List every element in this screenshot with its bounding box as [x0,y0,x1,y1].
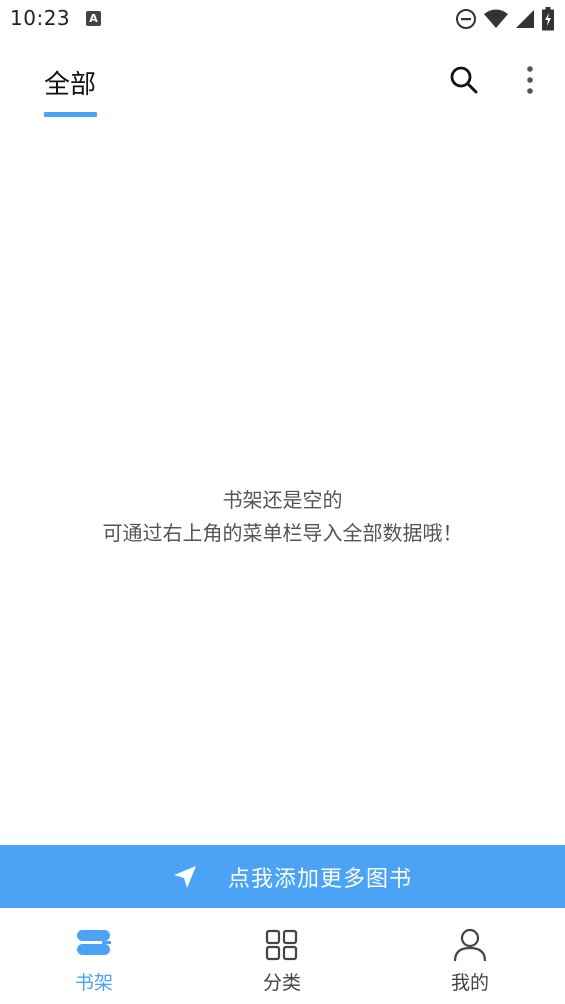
person-icon [453,928,487,962]
more-vert-icon [527,66,533,94]
nav-label-bookshelf: 书架 [74,972,113,994]
notification-a-icon: A [86,11,101,26]
wifi-icon [484,9,508,28]
more-options-button[interactable] [516,62,544,98]
empty-state-message: 书架还是空的 可通过右上角的菜单栏导入全部数据哦！ [0,484,565,550]
navigation-arrow-icon [174,866,196,888]
nav-item-bookshelf[interactable]: 书架 [0,908,188,1004]
nav-item-mine[interactable]: 我的 [376,908,564,1004]
tab-indicator [44,112,97,117]
search-icon [450,66,478,94]
bottom-nav: 书架 分类 我的 [0,908,565,1004]
nav-label-mine: 我的 [450,972,489,994]
grid-icon [265,929,298,961]
status-icons [455,7,555,31]
app-bar: 全部 [0,38,565,124]
nav-item-category[interactable]: 分类 [188,908,376,1004]
add-books-button[interactable]: 点我添加更多图书 [0,845,565,908]
search-button[interactable] [446,62,482,98]
battery-charging-icon [542,7,554,31]
status-bar: 10:23 A [0,0,565,38]
nav-label-category: 分类 [262,972,301,994]
tab-all[interactable]: 全部 [44,64,96,101]
empty-state-line2: 可通过右上角的菜单栏导入全部数据哦！ [102,521,463,545]
status-time: 10:23 [10,6,71,30]
empty-state-line1: 书架还是空的 [222,488,343,512]
dnd-icon [456,9,476,29]
bookshelf-icon [77,930,111,955]
add-books-label: 点我添加更多图书 [228,867,413,892]
signal-icon [516,10,534,28]
